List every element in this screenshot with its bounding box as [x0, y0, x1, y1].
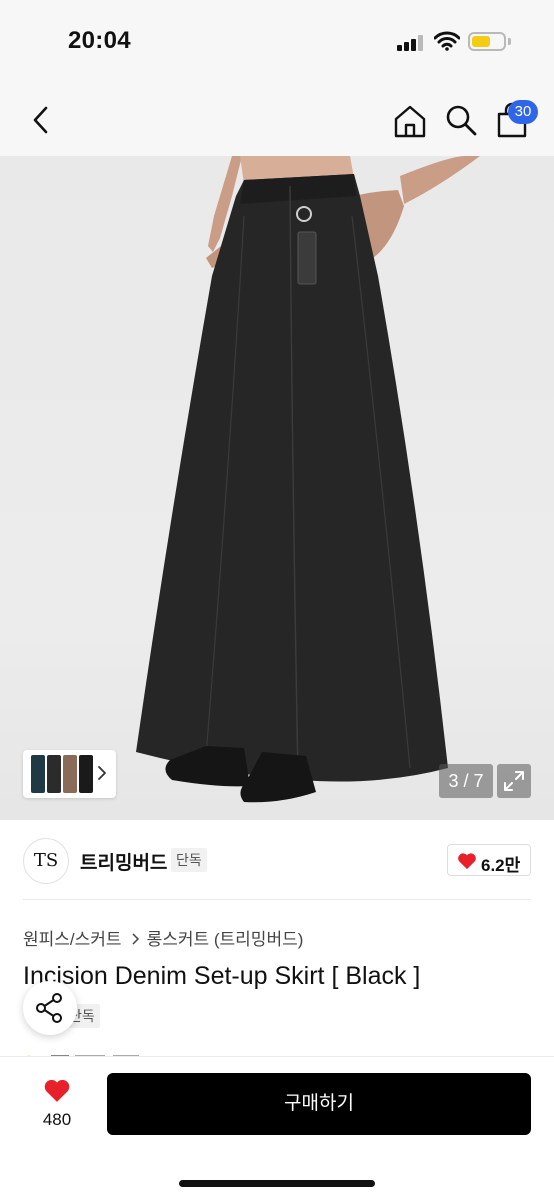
search-icon[interactable]: [444, 103, 478, 137]
thumbnail-image[interactable]: [47, 755, 61, 793]
divider: [23, 899, 531, 900]
brand-like-button[interactable]: 6.2만: [447, 844, 531, 876]
brand-like-count: 6.2만: [481, 856, 521, 875]
home-icon[interactable]: [392, 103, 428, 139]
status-bar: 20:04: [0, 0, 554, 84]
home-indicator: [179, 1180, 375, 1187]
breadcrumb-subcategory[interactable]: 롱스커트 (트리밍버드): [147, 930, 304, 949]
brand-logo[interactable]: TS: [23, 838, 69, 884]
like-count: 480: [42, 1110, 72, 1129]
thumbnail-image[interactable]: [31, 755, 45, 793]
expand-icon[interactable]: [497, 764, 531, 798]
brand-name[interactable]: 트리밍버드: [80, 848, 167, 875]
heart-icon: [44, 1079, 70, 1102]
exclusive-badge: 단독: [171, 848, 207, 872]
wifi-icon: [434, 31, 460, 51]
cart-count-badge[interactable]: 30: [508, 100, 538, 124]
breadcrumb: 원피스/스커트 롱스커트 (트리밍버드): [23, 925, 303, 950]
thumbnail-image[interactable]: [63, 755, 77, 793]
skirt-photo: [136, 156, 480, 803]
battery-icon: [468, 32, 506, 51]
battery-cap: [508, 38, 511, 45]
product-image[interactable]: [0, 156, 554, 820]
chevron-right-icon[interactable]: [96, 764, 108, 782]
heart-icon: [458, 853, 476, 870]
signal-icon: [397, 35, 425, 51]
thumbnail-image[interactable]: [79, 755, 93, 793]
share-icon: [36, 993, 62, 1023]
chevron-left-icon[interactable]: [24, 102, 58, 138]
status-time: 20:04: [68, 27, 131, 54]
chevron-right-icon: [132, 933, 139, 945]
like-button[interactable]: 480: [30, 1074, 84, 1132]
image-page-indicator: 3 / 7: [439, 764, 493, 798]
product-title: Incision Denim Set-up Skirt [ Black ]: [23, 962, 421, 990]
buy-button[interactable]: 구매하기: [107, 1073, 531, 1135]
nav-bar: [0, 84, 554, 156]
share-button[interactable]: [23, 981, 77, 1035]
breadcrumb-category[interactable]: 원피스/스커트: [23, 930, 122, 949]
battery-level: [472, 36, 490, 47]
